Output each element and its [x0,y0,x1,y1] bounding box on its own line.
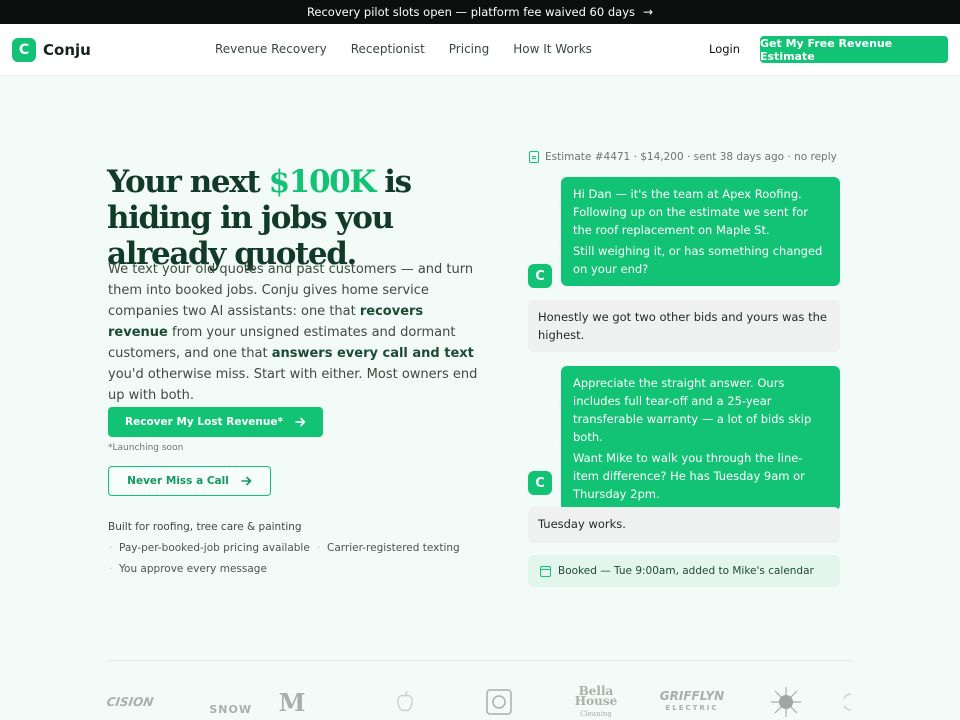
outgoing-message: Hi Dan — it's the team at Apex Roofing. … [561,177,840,286]
booked-confirmation: Booked — Tue 9:00am, added to Mike's cal… [528,555,840,587]
lede-part-3: you'd otherwise miss. Start with either.… [108,367,478,403]
partner-logo [844,684,852,720]
arrow-right-icon: → [643,5,654,19]
assistant-avatar: C [528,264,552,288]
partner-logo-strip: CISION SNOW M Bella House Cleaning GRIFF… [105,684,852,720]
incoming-message: Tuesday works. [528,507,840,543]
apple-icon [397,690,413,712]
partner-logo [484,684,514,720]
recover-revenue-label: Recover My Lost Revenue* [125,416,283,428]
nav-link-revenue-recovery[interactable]: Revenue Recovery [215,42,327,56]
banner-text: Recovery pilot slots open — platform fee… [306,5,635,19]
never-miss-call-label: Never Miss a Call [127,475,229,487]
section-divider [108,660,852,661]
nav-links: Revenue Recovery Receptionist Pricing Ho… [215,42,592,56]
brand-logo[interactable]: C Conju [12,38,91,62]
message-paragraph: Still weighing it, or has something chan… [573,244,823,276]
incoming-message: Honestly we got two other bids and yours… [528,300,840,352]
estimate-meta-text: Estimate #4471 · $14,200 · sent 38 days … [545,151,837,163]
estimate-meta: Estimate #4471 · $14,200 · sent 38 days … [529,151,837,163]
headline-pre: Your next [107,164,269,200]
arrow-right-icon [295,417,306,427]
top-nav: C Conju Revenue Recovery Receptionist Pr… [0,24,960,76]
hero-description: We text your old quotes and past custome… [108,259,478,406]
partner-logo-subtext: Cleaning [580,709,612,718]
partial-logo-icon [844,693,852,711]
partner-logo-subtext: ELECTRIC [665,703,719,712]
never-miss-call-button[interactable]: Never Miss a Call [108,466,271,496]
nav-link-how-it-works[interactable]: How It Works [513,42,592,56]
outgoing-message: Appreciate the straight answer. Ours inc… [561,366,840,511]
recover-revenue-button[interactable]: Recover My Lost Revenue* [108,407,323,437]
partner-logo [768,684,804,720]
free-estimate-button[interactable]: Get My Free Revenue Estimate [760,36,948,63]
calendar-icon [540,565,551,577]
nav-link-pricing[interactable]: Pricing [449,42,489,56]
logo-icon: C [12,38,36,62]
message-paragraph: Appreciate the straight answer. Ours inc… [573,376,812,444]
headline-accent: $100K [268,164,377,200]
partner-logo-text: SNOW [209,702,252,716]
assistant-avatar: C [528,471,552,495]
hero-headline: Your next $100K is hiding in jobs you al… [107,164,487,272]
booked-text: Booked — Tue 9:00am, added to Mike's cal… [558,565,814,577]
document-icon [529,151,539,163]
built-for-text: Built for roofing, tree care & painting [108,521,302,533]
partner-logo: Bella House Cleaning [560,684,632,720]
announcement-banner[interactable]: Recovery pilot slots open — platform fee… [0,0,960,24]
partner-logo-text: GRIFFLYN [659,688,725,703]
starburst-icon [771,687,801,717]
message-paragraph: Want Mike to walk you through the line-i… [573,451,805,501]
trust-bullet: You approve every message [109,563,267,575]
partner-logo: M [278,687,306,717]
launch-note: *Launching soon [108,443,184,453]
login-link[interactable]: Login [709,42,740,56]
partner-logo: SNOW [182,684,252,720]
arrow-right-icon [241,476,252,486]
trust-bullet: Pay-per-booked-job pricing available [109,542,310,554]
partner-logo: GRIFFLYN ELECTRIC [654,684,730,720]
nav-link-receptionist[interactable]: Receptionist [351,42,425,56]
message-paragraph: Hi Dan — it's the team at Apex Roofing. … [573,187,808,237]
lede-emphasis-answers: answers every call and text [271,346,474,361]
partner-logo: CISION [105,695,155,709]
partner-logo [393,684,417,720]
trust-bullet: Carrier-registered texting [317,542,460,554]
sun-emblem-icon [486,689,512,715]
partner-logo-text: Bella House [574,683,618,708]
brand-name: Conju [43,41,91,59]
